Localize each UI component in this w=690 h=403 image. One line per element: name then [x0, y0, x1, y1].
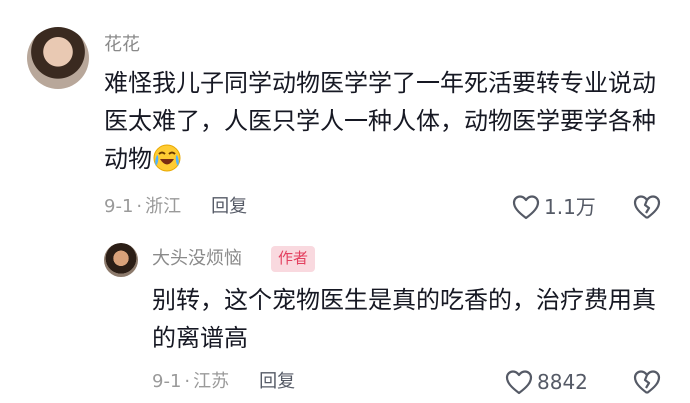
crying-laughing-emoji-icon [153, 144, 181, 172]
reply-button[interactable]: 回复 [211, 196, 247, 218]
comment-text: 难怪我儿子同学动物医学学了一年死活要转专业说动医太难了，人医只学人一种人体，动物… [104, 64, 664, 178]
like-count: 1.1万 [544, 195, 596, 219]
like-button[interactable]: 1.1万 [512, 194, 596, 220]
broken-heart-icon[interactable] [632, 193, 662, 221]
author-badge: 作者 [271, 246, 316, 272]
reply-location: 江苏 [193, 371, 230, 392]
user-avatar[interactable] [104, 243, 138, 277]
comment-meta: 9-1 · 浙江 回复 [104, 196, 247, 218]
comment-location: 浙江 [145, 196, 182, 217]
reply-username[interactable]: 大头没烦恼 [152, 247, 242, 271]
meta-separator: · [184, 371, 191, 392]
comment-date: 9-1 [104, 196, 134, 217]
heart-outline-icon [505, 370, 533, 395]
heart-outline-icon [512, 195, 540, 220]
meta-separator: · [136, 196, 143, 217]
reply-text: 别转，这个宠物医生是真的吃香的，治疗费用真的离谱高 [152, 286, 656, 352]
like-button[interactable]: 8842 [505, 369, 588, 395]
like-count: 8842 [537, 370, 588, 394]
reply-meta: 9-1 · 江苏 回复 [152, 371, 295, 393]
comment-body: 难怪我儿子同学动物医学学了一年死活要转专业说动医太难了，人医只学人一种人体，动物… [104, 69, 656, 173]
reply-button[interactable]: 回复 [259, 371, 295, 393]
broken-heart-icon[interactable] [632, 368, 662, 396]
user-avatar[interactable] [27, 27, 89, 89]
comment-username[interactable]: 花花 [104, 33, 140, 57]
reply-date: 9-1 [152, 371, 182, 392]
